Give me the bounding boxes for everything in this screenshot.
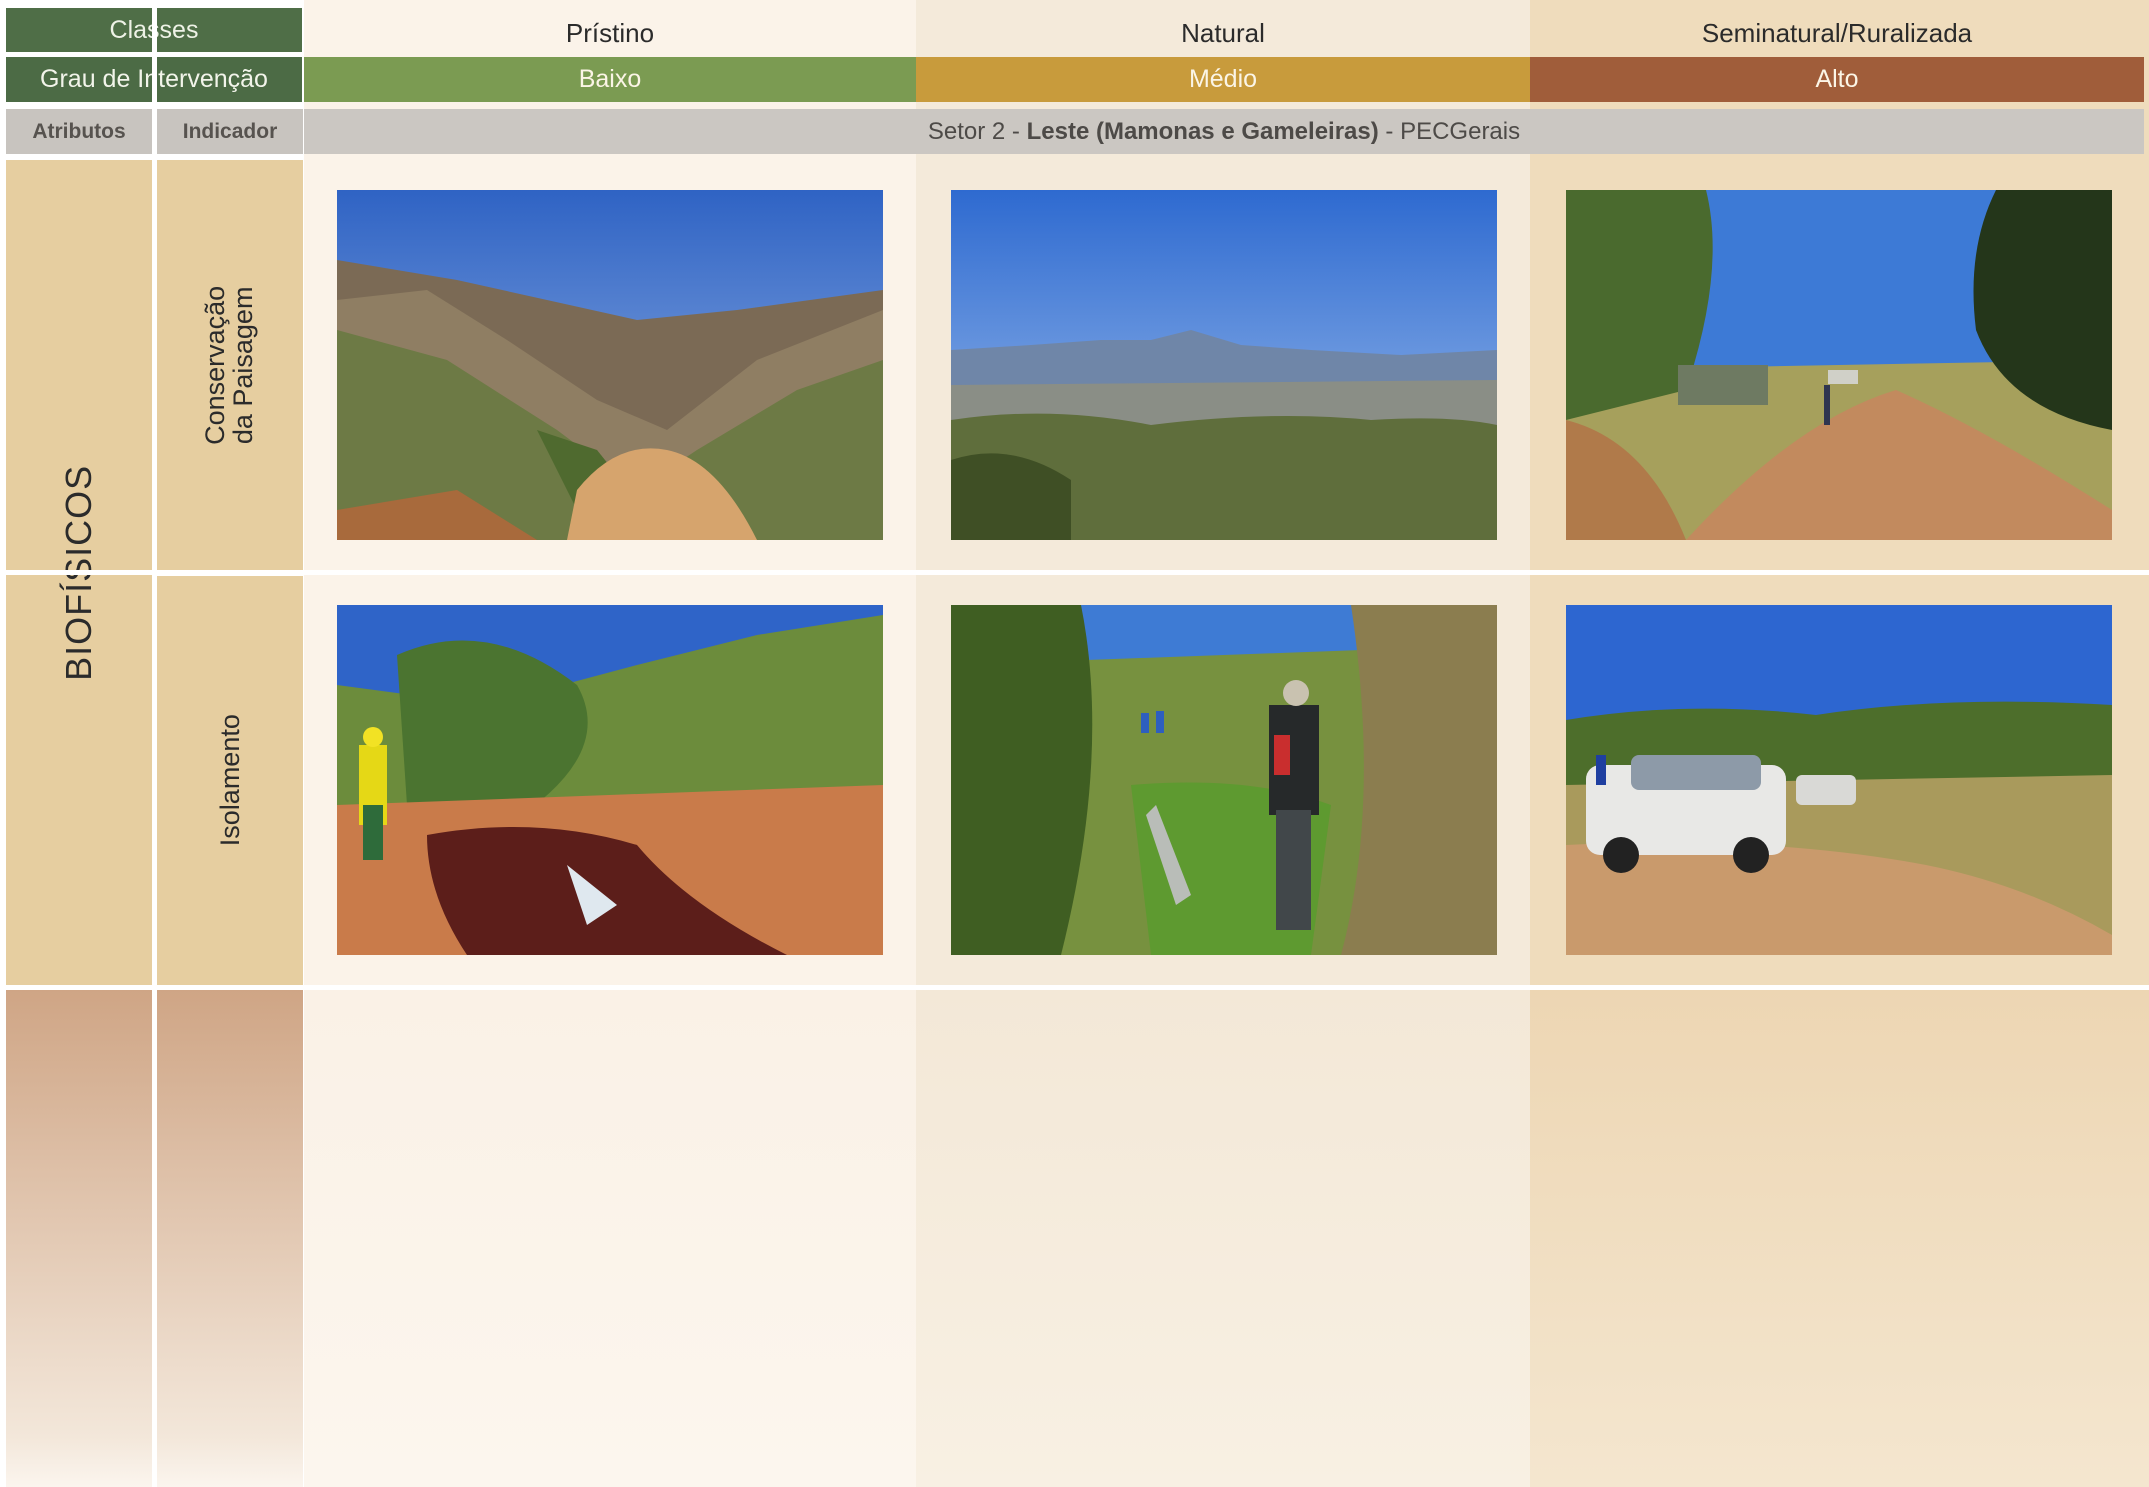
grau-baixo: Baixo	[304, 57, 916, 102]
bottom-attribute-cell	[6, 990, 152, 1487]
trail-with-sign-photo	[1566, 190, 2112, 540]
row-separator	[0, 985, 2149, 990]
atributos-label: Atributos	[6, 109, 152, 154]
indicator-isolamento: Isolamento	[157, 576, 303, 985]
class-natural: Natural	[1181, 17, 1265, 48]
rocky-stream-photo	[337, 605, 883, 955]
grau-medio: Médio	[916, 57, 1530, 102]
column-separator	[0, 0, 6, 1487]
canyon-landscape-photo	[337, 190, 883, 540]
dense-vegetation-hikers-photo	[951, 605, 1497, 955]
bottom-seminatural-cell	[1530, 990, 2149, 1487]
setor-title: Setor 2 - Leste (Mamonas e Gameleiras) -…	[304, 109, 2144, 154]
bottom-indicator-cell	[157, 990, 303, 1487]
indicator-conservacao: Conservação da Paisagem	[157, 160, 303, 570]
row-separator	[0, 570, 2149, 575]
grau-alto: Alto	[1530, 57, 2144, 102]
class-seminatural: Seminatural/Ruralizada	[1701, 17, 1973, 48]
bottom-natural-cell	[916, 990, 1530, 1487]
column-separator	[152, 0, 157, 1487]
indicador-label: Indicador	[157, 109, 303, 154]
bottom-pristino-cell	[304, 990, 916, 1487]
class-pristino: Prístino	[565, 17, 655, 48]
mountain-horizon-photo	[951, 190, 1497, 540]
vehicles-dirt-road-photo	[1566, 605, 2112, 955]
